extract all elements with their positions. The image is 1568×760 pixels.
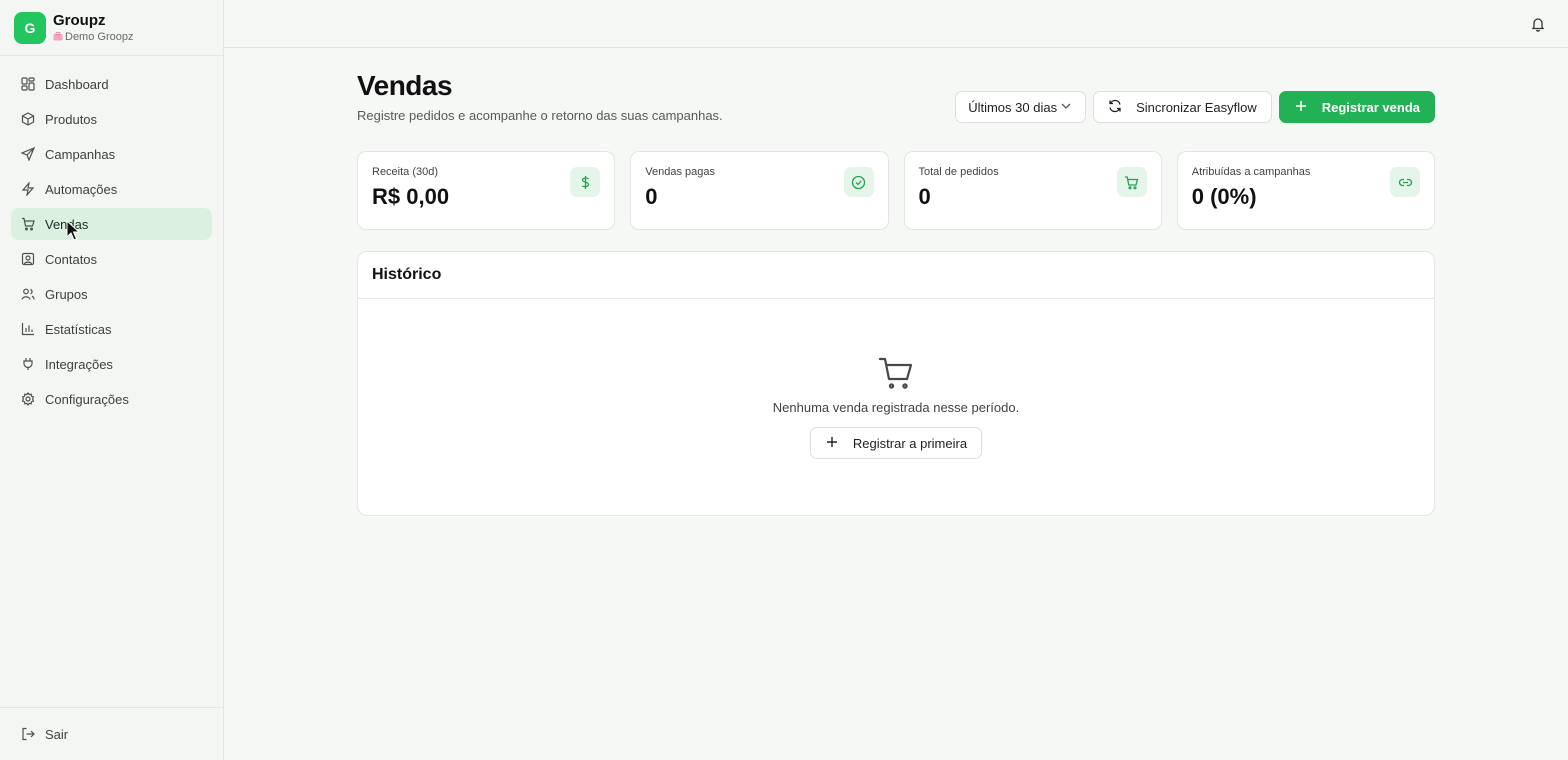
sidebar-item-label: Integrações [45, 356, 113, 372]
cart-icon [21, 217, 35, 231]
empty-state-text: Nenhuma venda registrada nesse período. [772, 400, 1020, 415]
history-title: Histórico [358, 252, 1434, 299]
zap-icon [21, 180, 35, 198]
period-select-value: Últimos 30 dias [968, 99, 1058, 115]
layout-grid-icon [21, 77, 35, 91]
sidebar-footer: Sair [0, 707, 223, 760]
period-select[interactable]: Últimos 30 dias [955, 91, 1087, 123]
users-icon [21, 287, 35, 301]
mouse-cursor-icon [66, 220, 80, 241]
stats-row: Receita (30d) R$ 0,00 Vendas pagas 0 Tot… [357, 151, 1435, 230]
topbar [224, 0, 1568, 48]
stat-value: 0 (0%) [1191, 184, 1257, 209]
stat-label: Vendas pagas [645, 166, 715, 178]
sidebar: G Groupz Demo Groopz Dashboard Produtos [0, 0, 224, 760]
sidebar-item-label: Grupos [45, 286, 88, 302]
sidebar-nav: Dashboard Produtos Campanhas Automações … [0, 56, 223, 415]
cart-icon [1116, 167, 1147, 197]
sidebar-item-produtos[interactable]: Produtos [11, 103, 212, 135]
header-actions: Últimos 30 dias Sincronizar Easyflow Reg… [955, 91, 1435, 123]
brand-name: Groupz [53, 11, 106, 29]
package-icon [21, 112, 35, 126]
bar-chart-icon [21, 322, 35, 336]
empty-cart-icon [878, 355, 914, 391]
brand-logo: G [14, 11, 46, 44]
workspace-icon [53, 32, 63, 41]
stat-card-total-orders: Total de pedidos 0 [903, 151, 1162, 230]
sidebar-item-label: Configurações [45, 391, 129, 407]
sidebar-item-label: Campanhas [45, 146, 116, 162]
stat-label: Total de pedidos [918, 166, 999, 178]
sidebar-item-estatisticas[interactable]: Estatísticas [11, 313, 212, 345]
sidebar-item-label: Contatos [45, 251, 98, 267]
link-icon [1390, 167, 1420, 197]
sidebar-item-campanhas[interactable]: Campanhas [11, 138, 212, 170]
sync-easyflow-button[interactable]: Sincronizar Easyflow [1093, 91, 1272, 123]
history-panel: Histórico Nenhuma venda registrada nesse… [357, 251, 1435, 516]
sidebar-item-contatos[interactable]: Contatos [11, 243, 212, 275]
sidebar-item-configuracoes[interactable]: Configurações [11, 383, 212, 415]
workspace-switcher[interactable]: Demo Groopz [53, 30, 133, 44]
contact-icon [21, 252, 35, 266]
plug-icon [21, 357, 35, 371]
register-sale-label: Registrar venda [1321, 99, 1420, 115]
sidebar-item-label: Produtos [45, 111, 98, 127]
plus-icon [1294, 99, 1308, 116]
sidebar-item-automacoes[interactable]: Automações [11, 173, 212, 205]
chevron-down-icon [1059, 99, 1073, 116]
stat-value: 0 [645, 184, 658, 209]
register-first-button[interactable]: Registrar a primeira [809, 427, 983, 459]
sidebar-item-label: Dashboard [45, 76, 109, 92]
stat-label: Atribuídas a campanhas [1191, 166, 1311, 178]
brand-header: G Groupz Demo Groopz [0, 0, 223, 56]
check-circle-icon [843, 167, 874, 197]
logout-icon [21, 727, 35, 741]
logout-button[interactable]: Sair [11, 718, 211, 750]
sidebar-item-dashboard[interactable]: Dashboard [11, 68, 212, 100]
stat-card-revenue: Receita (30d) R$ 0,00 [357, 151, 616, 230]
dollar-icon [570, 167, 601, 197]
bell-icon[interactable] [1530, 16, 1546, 32]
sidebar-item-label: Automações [45, 181, 118, 197]
sidebar-item-vendas[interactable]: Vendas [11, 208, 212, 240]
sidebar-item-label: Estatísticas [45, 321, 112, 337]
main-content: Vendas Registre pedidos e acompanhe o re… [357, 70, 1435, 516]
register-first-label: Registrar a primeira [852, 435, 968, 451]
gear-icon [21, 392, 35, 406]
stat-label: Receita (30d) [372, 166, 439, 178]
empty-state: Nenhuma venda registrada nesse período. … [358, 299, 1434, 459]
workspace-name: Demo Groopz [65, 30, 134, 43]
send-icon [20, 146, 36, 162]
stat-card-campaign-attributed: Atribuídas a campanhas 0 (0%) [1176, 151, 1435, 230]
sidebar-item-integracoes[interactable]: Integrações [11, 348, 212, 380]
stat-value: R$ 0,00 [372, 184, 450, 209]
logout-label: Sair [45, 726, 69, 742]
sidebar-item-grupos[interactable]: Grupos [11, 278, 212, 310]
refresh-icon [1108, 99, 1122, 116]
stat-value: 0 [918, 184, 931, 209]
sync-easyflow-label: Sincronizar Easyflow [1136, 99, 1257, 115]
register-sale-button[interactable]: Registrar venda [1278, 91, 1435, 123]
plus-icon [825, 435, 839, 452]
stat-card-paid-sales: Vendas pagas 0 [630, 151, 889, 230]
